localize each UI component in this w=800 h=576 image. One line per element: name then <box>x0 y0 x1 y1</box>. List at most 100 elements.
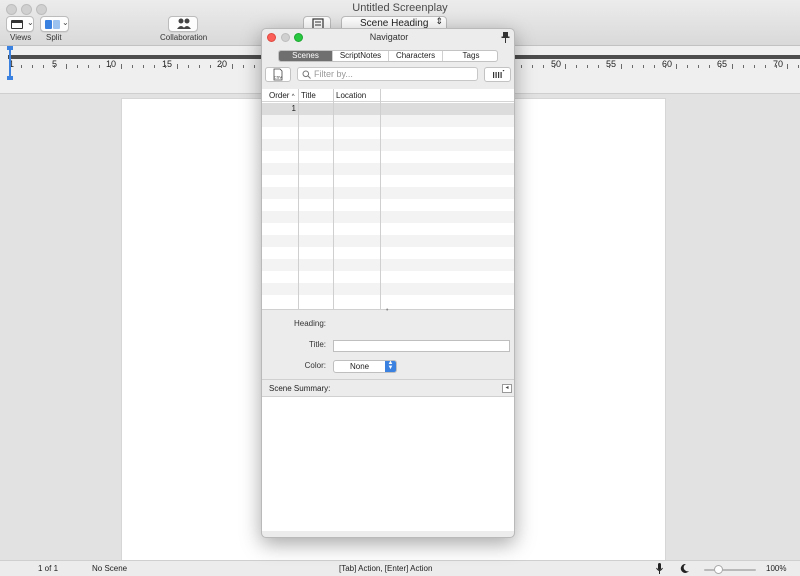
ruler-tick <box>720 65 722 68</box>
keyboard-hint: [Tab] Action, [Enter] Action <box>339 564 433 573</box>
table-row <box>262 295 514 307</box>
table-row <box>262 283 514 295</box>
ruler-tick <box>565 64 566 69</box>
ruler-tick <box>576 65 578 68</box>
table-row <box>262 127 514 139</box>
table-row <box>262 223 514 235</box>
ruler-tick <box>254 65 256 68</box>
ruler-tick <box>121 64 122 69</box>
microphone-icon[interactable] <box>655 563 664 575</box>
ruler-tick <box>798 65 800 68</box>
table-row <box>262 259 514 271</box>
tab-scenes[interactable]: Scenes <box>279 51 333 61</box>
split-button[interactable]: ⌄ <box>40 16 69 32</box>
table-row <box>262 151 514 163</box>
scene-summary-text[interactable] <box>262 397 514 531</box>
navigator-tabs: Scenes ScriptNotes Characters Tags <box>278 50 498 62</box>
ruler-tick <box>598 65 600 68</box>
ruler-tick <box>176 64 178 69</box>
split-label: Split <box>46 33 62 42</box>
ruler-tick <box>542 65 544 68</box>
column-location[interactable]: Location <box>336 91 366 100</box>
pin-icon[interactable] <box>501 32 510 43</box>
ruler-tick <box>664 65 666 68</box>
ruler-label: 55 <box>606 59 617 69</box>
color-label: Color: <box>304 361 326 370</box>
table-row <box>262 235 514 247</box>
ruler-tick <box>32 65 34 68</box>
color-value: None <box>350 362 370 371</box>
sort-ascending-icon: ^ <box>291 94 295 100</box>
ruler-label: 15 <box>162 59 173 69</box>
ruler-tick <box>143 65 145 68</box>
ruler-tick <box>520 65 522 68</box>
ruler-tick <box>21 65 23 68</box>
ruler-tick <box>609 65 611 68</box>
table-row <box>262 199 514 211</box>
grip-icon: • <box>386 307 389 314</box>
table-row <box>262 115 514 127</box>
ruler-tick <box>676 64 677 69</box>
ruler-tick <box>764 65 766 68</box>
navigator-panel: Navigator Scenes ScriptNotes Characters … <box>261 28 515 538</box>
ruler-tick <box>154 65 156 68</box>
scenes-table[interactable]: Order ^ Title Location 1 <box>262 89 514 309</box>
heading-label: Heading: <box>293 319 326 328</box>
ruler-tick <box>653 65 655 68</box>
moon-icon[interactable] <box>680 563 690 574</box>
search-icon <box>302 70 311 79</box>
ruler-tick <box>54 65 56 68</box>
page-count: 1 of 1 <box>38 564 59 573</box>
filter-input[interactable]: Filter by... <box>297 67 478 81</box>
ruler-tick <box>775 65 777 68</box>
zoom-slider[interactable] <box>704 569 756 571</box>
ruler-tick <box>631 65 633 68</box>
csv-file-icon: CSV <box>273 68 282 81</box>
views-button[interactable]: ⌄ <box>6 16 34 32</box>
table-header: Order ^ Title Location <box>262 89 514 102</box>
ruler-tick <box>687 65 689 68</box>
table-row <box>262 247 514 259</box>
tab-characters[interactable]: Characters <box>389 51 443 61</box>
collaboration-button[interactable] <box>168 16 198 32</box>
indent-marker[interactable] <box>7 46 13 80</box>
ruler-tick <box>98 65 100 68</box>
column-title[interactable]: Title <box>301 91 316 100</box>
navigator-title: Navigator <box>369 32 409 42</box>
tab-tags[interactable]: Tags <box>443 51 497 61</box>
scene-summary-label: Scene Summary: <box>269 384 331 393</box>
column-order[interactable]: Order ^ <box>269 91 295 100</box>
window-icon <box>11 20 23 29</box>
views-label: Views <box>10 33 32 42</box>
ruler-tick <box>698 65 700 68</box>
table-row <box>262 163 514 175</box>
splitter-handle[interactable]: • <box>262 307 514 314</box>
current-scene: No Scene <box>92 564 128 573</box>
color-select[interactable]: None ▲ ▼ <box>333 360 397 373</box>
ruler-tick <box>553 65 555 68</box>
split-icon <box>45 20 52 29</box>
scene-title-field[interactable] <box>333 340 510 352</box>
ruler-tick <box>709 65 711 68</box>
zoom-slider-knob[interactable] <box>714 565 723 574</box>
export-csv-button[interactable]: CSV <box>265 67 291 82</box>
ruler-tick <box>220 65 222 68</box>
ruler-tick <box>43 65 45 68</box>
ruler-label: 10 <box>106 59 117 69</box>
ruler-tick <box>742 65 744 68</box>
table-row[interactable]: 1 <box>262 103 514 115</box>
zoom-level: 100% <box>766 564 787 573</box>
row-order: 1 <box>291 104 296 113</box>
columns-button[interactable] <box>484 67 511 82</box>
window-title: Untitled Screenplay <box>352 2 448 14</box>
ruler-tick <box>531 65 533 68</box>
table-row <box>262 211 514 223</box>
ruler-tick <box>620 64 622 69</box>
ruler-tick <box>187 65 189 68</box>
ruler-tick <box>753 65 755 68</box>
status-bar: 1 of 1 No Scene [Tab] Action, [Enter] Ac… <box>0 560 800 576</box>
ruler-tick <box>642 65 644 68</box>
tab-scriptnotes[interactable]: ScriptNotes <box>333 51 389 61</box>
collapse-icon[interactable]: ◂ <box>502 384 512 393</box>
ruler-tick <box>65 64 67 69</box>
